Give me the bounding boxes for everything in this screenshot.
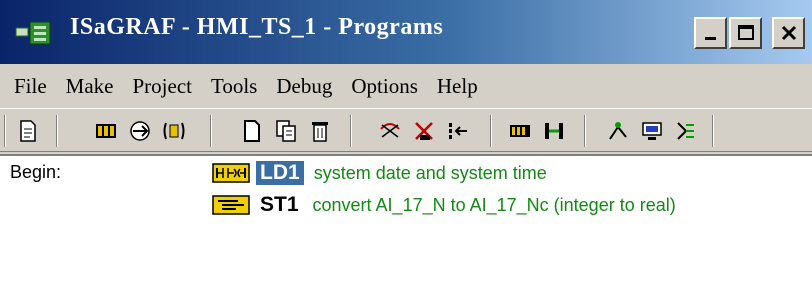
app-icon (15, 21, 51, 45)
toolbar-separator (56, 115, 58, 147)
library-icon (510, 125, 530, 137)
toolbar-separator (490, 115, 492, 147)
io-connection-button[interactable] (160, 117, 188, 145)
dictionary-button[interactable] (92, 117, 120, 145)
run-button[interactable] (604, 117, 632, 145)
variables-button[interactable] (672, 117, 700, 145)
document-properties-button[interactable] (14, 117, 42, 145)
ld-program-icon (212, 163, 250, 183)
library-button[interactable] (506, 117, 534, 145)
menu-bar: File Make Project Tools Debug Options He… (0, 64, 812, 108)
connect-icon (545, 123, 563, 139)
toolbar-separator (350, 115, 352, 147)
new-program-button[interactable] (238, 117, 266, 145)
program-description: convert AI_17_N to AI_17_Nc (integer to … (312, 194, 676, 215)
code-button[interactable] (410, 117, 438, 145)
copy-button[interactable] (272, 117, 300, 145)
toolbar-separator (210, 115, 212, 147)
monitor-icon (642, 122, 662, 140)
app-window: ISaGRAF - HMI_TS_1 - Programs File Make … (0, 0, 812, 287)
variables-icon (677, 122, 694, 140)
new-program-icon (244, 120, 260, 142)
menu-make[interactable]: Make (66, 74, 114, 99)
link-icon (130, 121, 150, 141)
menu-options[interactable]: Options (351, 74, 418, 99)
st-program-icon (212, 195, 250, 215)
verify-icon (380, 123, 400, 138)
delete-button[interactable] (306, 117, 334, 145)
monitor-button[interactable] (638, 117, 666, 145)
program-row-ld1[interactable]: LD1 system date and system time (212, 158, 547, 188)
toolbar-separator (4, 115, 6, 147)
delete-icon (312, 122, 328, 142)
move-icon (449, 123, 467, 139)
program-name[interactable]: ST1 (256, 193, 303, 217)
link-button[interactable] (126, 117, 154, 145)
menu-debug[interactable]: Debug (276, 74, 332, 99)
io-connection-icon (163, 122, 185, 140)
close-icon (781, 25, 796, 41)
menu-tools[interactable]: Tools (211, 74, 257, 99)
connect-button[interactable] (540, 117, 568, 145)
copy-icon (276, 120, 296, 142)
menu-help[interactable]: Help (437, 74, 478, 99)
run-icon (609, 122, 627, 140)
menu-project[interactable]: Project (133, 74, 192, 99)
document-properties-icon (20, 120, 36, 142)
program-name[interactable]: LD1 (256, 161, 304, 185)
minimize-icon (704, 37, 716, 40)
title-bar[interactable]: ISaGRAF - HMI_TS_1 - Programs (0, 0, 812, 64)
toolbar-separator (584, 115, 586, 147)
dictionary-icon (96, 124, 116, 138)
program-row-st1[interactable]: ST1 convert AI_17_N to AI_17_Nc (integer… (212, 190, 676, 220)
program-list[interactable]: Begin: LD1 system date and system time S… (0, 154, 812, 287)
maximize-button[interactable] (729, 17, 762, 49)
toolbar-separator (712, 115, 714, 147)
minimize-button[interactable] (694, 17, 727, 49)
code-icon (415, 122, 433, 140)
close-button[interactable] (772, 17, 805, 49)
program-description: system date and system time (313, 162, 547, 183)
maximize-icon (737, 25, 754, 40)
window-title: ISaGRAF - HMI_TS_1 - Programs (70, 14, 444, 40)
verify-button[interactable] (376, 117, 404, 145)
toolbar (0, 108, 812, 152)
move-button[interactable] (444, 117, 472, 145)
menu-file[interactable]: File (14, 74, 47, 99)
section-label-begin: Begin: (10, 162, 62, 182)
